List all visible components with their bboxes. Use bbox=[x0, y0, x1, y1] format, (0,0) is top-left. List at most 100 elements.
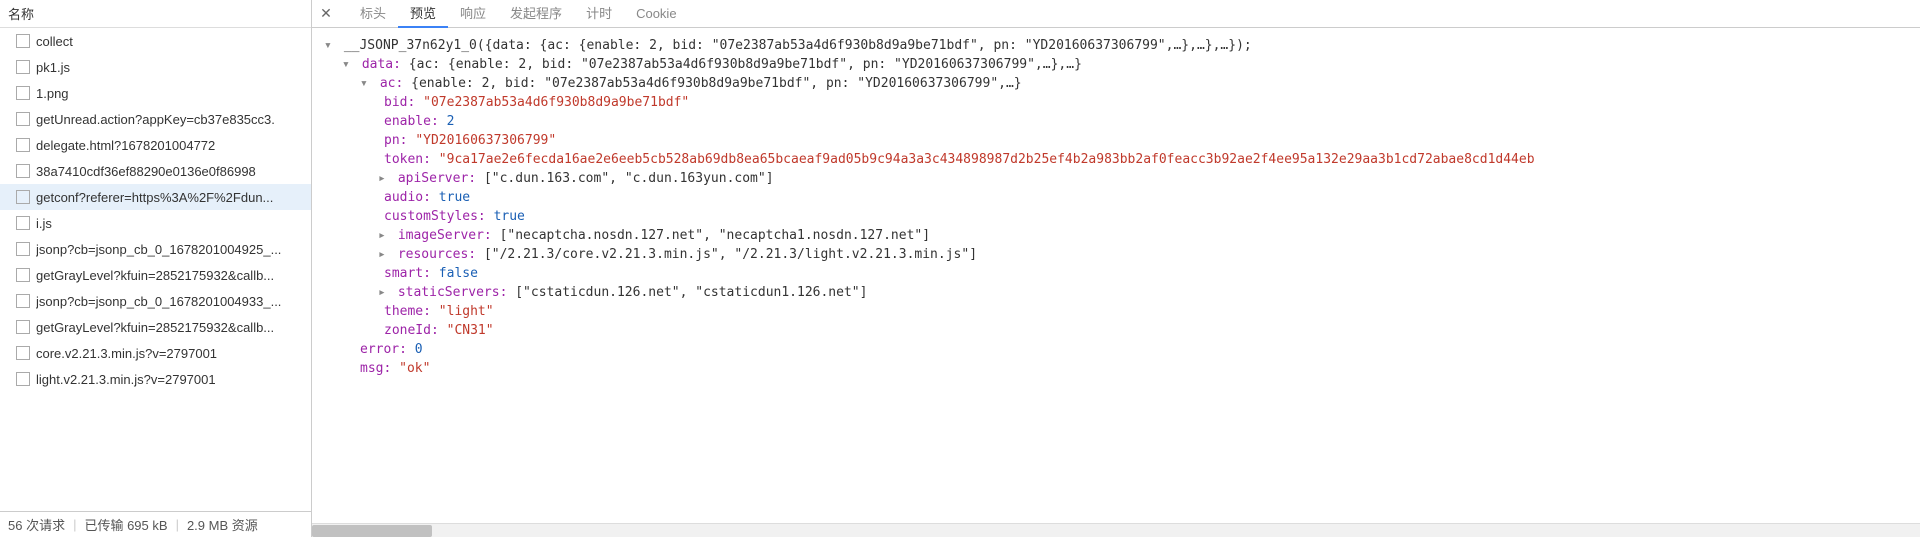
json-value: "07e2387ab53a4d6f930b8d9a9be71bdf" bbox=[423, 95, 689, 110]
request-name: light.v2.21.3.min.js?v=2797001 bbox=[36, 372, 216, 387]
json-enable-row[interactable]: enable: 2 bbox=[324, 112, 1916, 131]
request-list-item[interactable]: getGrayLevel?kfuin=2852175932&callb... bbox=[0, 314, 311, 340]
request-list-item[interactable]: delegate.html?1678201004772 bbox=[0, 132, 311, 158]
json-staticServers-row[interactable]: staticServers: ["cstaticdun.126.net", "c… bbox=[324, 283, 1916, 302]
json-key: token: bbox=[384, 152, 431, 167]
file-icon bbox=[16, 164, 30, 178]
preview-json-tree: __JSONP_37n62y1_0({data: {ac: {enable: 2… bbox=[312, 28, 1920, 523]
json-key: apiServer: bbox=[398, 171, 476, 186]
chevron-right-icon[interactable] bbox=[378, 226, 388, 245]
chevron-down-icon[interactable] bbox=[324, 36, 334, 55]
json-imageServer-row[interactable]: imageServer: ["necaptcha.nosdn.127.net",… bbox=[324, 226, 1916, 245]
request-name: 38a7410cdf36ef88290e0136e0f86998 bbox=[36, 164, 256, 179]
request-list-item[interactable]: pk1.js bbox=[0, 54, 311, 80]
json-value: "light" bbox=[439, 304, 494, 319]
file-icon bbox=[16, 34, 30, 48]
status-separator: | bbox=[176, 517, 179, 532]
request-list-item[interactable]: getUnread.action?appKey=cb37e835cc3. bbox=[0, 106, 311, 132]
json-key: zoneId: bbox=[384, 323, 439, 338]
chevron-right-icon[interactable] bbox=[378, 283, 388, 302]
json-summary: ["c.dun.163.com", "c.dun.163yun.com"] bbox=[484, 171, 774, 186]
request-list: collect pk1.js 1.png getUnread.action?appKe… bbox=[0, 28, 311, 511]
json-zoneId-row[interactable]: zoneId: "CN31" bbox=[324, 321, 1916, 340]
json-token-row[interactable]: token: "9ca17ae2e6fecda16ae2e6eeb5cb528a… bbox=[324, 150, 1916, 169]
json-value: "CN31" bbox=[447, 323, 494, 338]
json-summary: {enable: 2, bid: "07e2387ab53a4d6f930b8d… bbox=[411, 76, 1021, 91]
file-icon bbox=[16, 190, 30, 204]
json-value: true bbox=[494, 209, 525, 224]
scrollbar-thumb[interactable] bbox=[312, 525, 432, 537]
request-name: jsonp?cb=jsonp_cb_0_1678201004925_... bbox=[36, 242, 281, 257]
json-customStyles-row[interactable]: customStyles: true bbox=[324, 207, 1916, 226]
json-smart-row[interactable]: smart: false bbox=[324, 264, 1916, 283]
json-value: "YD20160637306799" bbox=[415, 133, 556, 148]
request-name: getconf?referer=https%3A%2F%2Fdun... bbox=[36, 190, 273, 205]
request-list-item[interactable]: getconf?referer=https%3A%2F%2Fdun... bbox=[0, 184, 311, 210]
tab-preview[interactable]: 预览 bbox=[398, 0, 448, 28]
tab-initiator[interactable]: 发起程序 bbox=[498, 0, 574, 28]
detail-tab-bar: ✕ 标头预览响应发起程序计时Cookie bbox=[312, 0, 1920, 28]
json-key: imageServer: bbox=[398, 228, 492, 243]
file-icon bbox=[16, 242, 30, 256]
file-icon bbox=[16, 320, 30, 334]
json-resources-row[interactable]: resources: ["/2.21.3/core.v2.21.3.min.js… bbox=[324, 245, 1916, 264]
json-key: smart: bbox=[384, 266, 431, 281]
network-request-list-panel: 名称 collect pk1.js 1.png getUnread.action?ap… bbox=[0, 0, 312, 537]
tab-headers[interactable]: 标头 bbox=[348, 0, 398, 28]
request-detail-panel: ✕ 标头预览响应发起程序计时Cookie __JSONP_37n62y1_0({… bbox=[312, 0, 1920, 537]
json-apiServer-row[interactable]: apiServer: ["c.dun.163.com", "c.dun.163y… bbox=[324, 169, 1916, 188]
file-icon bbox=[16, 60, 30, 74]
request-list-item[interactable]: light.v2.21.3.min.js?v=2797001 bbox=[0, 366, 311, 392]
request-list-item[interactable]: getGrayLevel?kfuin=2852175932&callb... bbox=[0, 262, 311, 288]
json-value: "9ca17ae2e6fecda16ae2e6eeb5cb528ab69db8e… bbox=[439, 152, 1535, 167]
json-msg-row[interactable]: msg: "ok" bbox=[324, 359, 1916, 378]
status-separator: | bbox=[73, 517, 76, 532]
request-list-item[interactable]: i.js bbox=[0, 210, 311, 236]
json-pn-row[interactable]: pn: "YD20160637306799" bbox=[324, 131, 1916, 150]
request-name: 1.png bbox=[36, 86, 69, 101]
file-icon bbox=[16, 346, 30, 360]
json-key: data: bbox=[362, 57, 401, 72]
request-name: core.v2.21.3.min.js?v=2797001 bbox=[36, 346, 217, 361]
json-key: enable: bbox=[384, 114, 439, 129]
json-key: theme: bbox=[384, 304, 431, 319]
chevron-down-icon[interactable] bbox=[342, 55, 352, 74]
status-resources: 2.9 MB 资源 bbox=[187, 515, 258, 534]
request-name: getGrayLevel?kfuin=2852175932&callb... bbox=[36, 320, 274, 335]
json-error-row[interactable]: error: 0 bbox=[324, 340, 1916, 359]
json-audio-row[interactable]: audio: true bbox=[324, 188, 1916, 207]
tab-timing[interactable]: 计时 bbox=[574, 0, 624, 28]
request-list-item[interactable]: collect bbox=[0, 28, 311, 54]
request-list-header[interactable]: 名称 bbox=[0, 0, 311, 28]
json-root-row[interactable]: __JSONP_37n62y1_0({data: {ac: {enable: 2… bbox=[324, 36, 1916, 55]
json-data-row[interactable]: data: {ac: {enable: 2, bid: "07e2387ab53… bbox=[324, 55, 1916, 74]
json-key: staticServers: bbox=[398, 285, 508, 300]
request-list-item[interactable]: 38a7410cdf36ef88290e0136e0f86998 bbox=[0, 158, 311, 184]
request-name: pk1.js bbox=[36, 60, 70, 75]
request-list-item[interactable]: jsonp?cb=jsonp_cb_0_1678201004933_... bbox=[0, 288, 311, 314]
file-icon bbox=[16, 216, 30, 230]
chevron-right-icon[interactable] bbox=[378, 169, 388, 188]
close-icon[interactable]: ✕ bbox=[316, 4, 336, 24]
request-list-item[interactable]: jsonp?cb=jsonp_cb_0_1678201004925_... bbox=[0, 236, 311, 262]
chevron-down-icon[interactable] bbox=[360, 74, 370, 93]
tab-response[interactable]: 响应 bbox=[448, 0, 498, 28]
json-ac-row[interactable]: ac: {enable: 2, bid: "07e2387ab53a4d6f93… bbox=[324, 74, 1916, 93]
horizontal-scrollbar[interactable] bbox=[312, 523, 1920, 537]
json-summary: {data: {ac: {enable: 2, bid: "07e2387ab5… bbox=[485, 38, 1252, 53]
json-value: "ok" bbox=[399, 361, 430, 376]
tab-cookies[interactable]: Cookie bbox=[624, 0, 688, 28]
request-name: jsonp?cb=jsonp_cb_0_1678201004933_... bbox=[36, 294, 281, 309]
request-name: getGrayLevel?kfuin=2852175932&callb... bbox=[36, 268, 274, 283]
json-bid-row[interactable]: bid: "07e2387ab53a4d6f930b8d9a9be71bdf" bbox=[324, 93, 1916, 112]
chevron-right-icon[interactable] bbox=[378, 245, 388, 264]
file-icon bbox=[16, 86, 30, 100]
json-key: bid: bbox=[384, 95, 415, 110]
file-icon bbox=[16, 268, 30, 282]
request-list-item[interactable]: core.v2.21.3.min.js?v=2797001 bbox=[0, 340, 311, 366]
request-name: getUnread.action?appKey=cb37e835cc3. bbox=[36, 112, 275, 127]
request-list-item[interactable]: 1.png bbox=[0, 80, 311, 106]
json-value: false bbox=[439, 266, 478, 281]
json-theme-row[interactable]: theme: "light" bbox=[324, 302, 1916, 321]
json-key: msg: bbox=[360, 361, 391, 376]
